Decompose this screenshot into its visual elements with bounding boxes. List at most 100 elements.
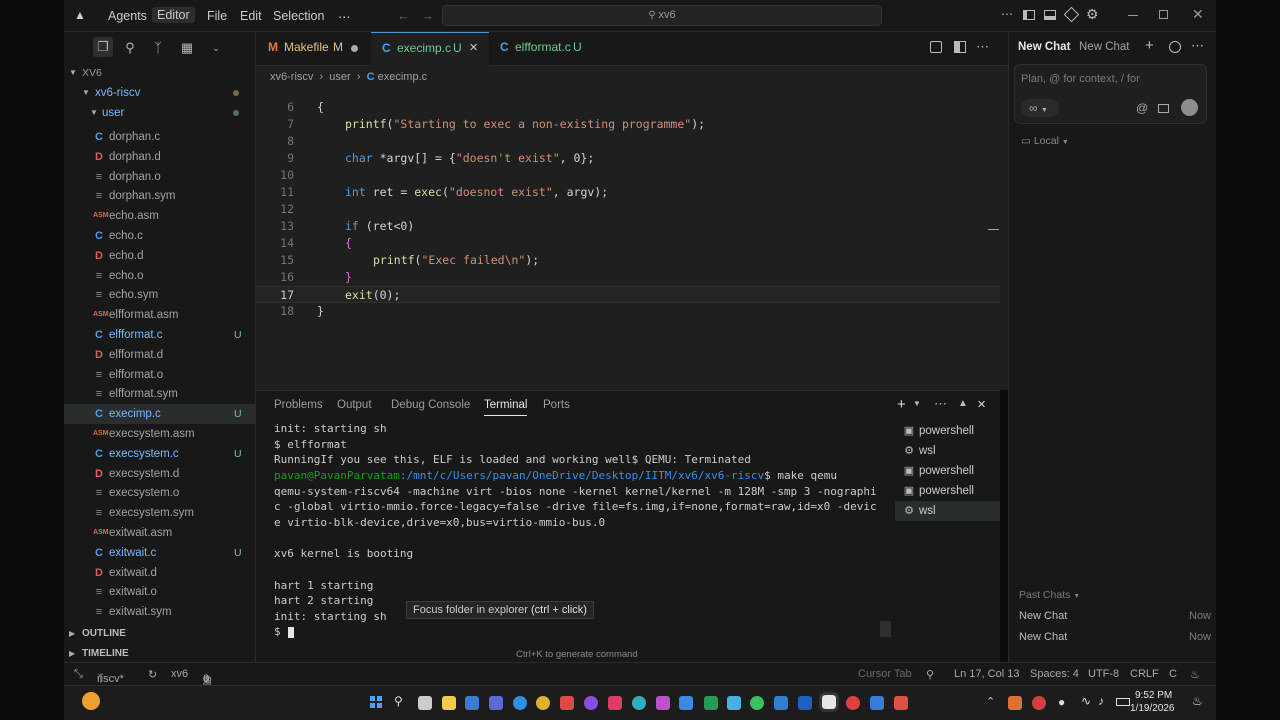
new-terminal-plus-icon[interactable]: + <box>897 396 906 413</box>
app-icon[interactable] <box>798 696 812 710</box>
file-item[interactable]: Ddorphan.d <box>64 147 255 167</box>
notifications-bell-icon[interactable]: ♨ <box>1190 668 1200 681</box>
file-item[interactable]: ≡ execsystem.o <box>64 483 255 503</box>
clock-date[interactable]: 1/19/2026 <box>1130 703 1175 714</box>
file-item[interactable]: ASM echo.asm <box>64 206 255 226</box>
file-item[interactable]: Cecho.c <box>64 226 255 246</box>
file-item[interactable]: ≡ echo.sym <box>64 285 255 305</box>
past-chat-title[interactable]: New Chat <box>1019 631 1067 643</box>
extensions-view-icon[interactable]: ▦ <box>179 40 195 56</box>
app-icon[interactable] <box>894 696 908 710</box>
vscode-icon[interactable] <box>774 696 788 710</box>
tree-folder-user[interactable]: ▼ user <box>64 103 255 123</box>
maximize-icon[interactable] <box>1159 10 1168 19</box>
remote-icon[interactable]: ⤡ <box>74 668 83 681</box>
menu-more[interactable]: ⋯ <box>338 9 351 24</box>
cursor-tab-status[interactable]: Cursor Tab <box>858 668 912 680</box>
weather-widget-icon[interactable] <box>82 692 100 710</box>
excel-icon[interactable] <box>704 696 718 710</box>
file-item[interactable]: ≡ echo.o <box>64 266 255 286</box>
app-icon[interactable] <box>608 696 622 710</box>
file-item[interactable]: ≡ dorphan.sym <box>64 186 255 206</box>
line-ending[interactable]: CRLF <box>1130 668 1159 680</box>
chat-tab[interactable]: New Chat <box>1079 41 1130 53</box>
customize-layout-icon[interactable]: ⋯ <box>1001 7 1013 21</box>
start-windows-icon[interactable] <box>370 696 382 708</box>
local-mode-selector[interactable]: ▭ Local ▼ <box>1021 135 1069 147</box>
breadcrumb-file[interactable]: execimp.c <box>378 71 428 83</box>
file-item[interactable]: ≡ dorphan.o <box>64 167 255 187</box>
split-editor-icon[interactable] <box>954 41 966 53</box>
tree-root[interactable]: ▼ XV6 <box>64 63 255 83</box>
file-item[interactable]: Celfformat.c U <box>64 325 255 345</box>
image-icon[interactable] <box>1158 104 1169 113</box>
store-icon[interactable] <box>465 696 479 710</box>
shield-icon[interactable] <box>560 696 574 710</box>
battery-icon[interactable] <box>1116 698 1130 706</box>
wifi-icon[interactable]: ∿ <box>1081 694 1091 708</box>
source-control-icon[interactable]: ᛉ <box>150 40 166 56</box>
history-icon[interactable] <box>1169 41 1181 53</box>
tab-elfformat[interactable]: C elfformat.c U <box>489 32 599 66</box>
task-view-icon[interactable] <box>418 696 432 710</box>
firefox-icon[interactable] <box>584 696 598 710</box>
terminal-scrollbar[interactable] <box>880 621 891 637</box>
file-item[interactable]: Dexecsystem.d <box>64 464 255 484</box>
close-panel-icon[interactable]: ✕ <box>977 398 986 411</box>
terminal-instance-wsl[interactable]: ⚙ wsl <box>895 441 1000 461</box>
chat-tab-active[interactable]: New Chat <box>1018 41 1070 53</box>
toggle-panel-icon[interactable] <box>1044 10 1056 20</box>
mention-icon[interactable]: @ <box>1136 101 1148 115</box>
terminal-instance-wsl[interactable]: ⚙ wsl <box>895 501 1000 521</box>
open-changes-icon[interactable] <box>930 41 942 53</box>
tab-execimp[interactable]: C execimp.c U ✕ <box>371 32 489 66</box>
chevron-down-icon[interactable]: ▼ <box>913 399 921 408</box>
past-chat-title[interactable]: New Chat <box>1019 610 1067 622</box>
indentation[interactable]: Spaces: 4 <box>1030 668 1079 680</box>
file-item[interactable]: ASM elfformat.asm <box>64 305 255 325</box>
microphone-icon[interactable] <box>1181 99 1198 116</box>
app-icon[interactable] <box>846 696 860 710</box>
file-item[interactable]: Dexitwait.d <box>64 563 255 583</box>
breadcrumb-subfolder[interactable]: user <box>329 71 350 83</box>
app-icon[interactable] <box>679 696 693 710</box>
help-icon[interactable] <box>513 696 527 710</box>
chrome-icon[interactable] <box>536 696 550 710</box>
file-item[interactable]: ASM exitwait.asm <box>64 523 255 543</box>
sync-icon[interactable]: ↻ <box>148 668 157 681</box>
chat-input-box[interactable]: Plan, @ for context, / for ∞ ▼ @ <box>1014 64 1207 124</box>
agent-mode-pill[interactable]: ∞ ▼ <box>1021 99 1059 117</box>
language-mode[interactable]: C <box>1169 668 1177 680</box>
app-icon[interactable] <box>656 696 670 710</box>
timeline-section[interactable]: ▶ TIMELINE <box>64 644 255 662</box>
past-chats-header[interactable]: Past Chats ▼ <box>1019 589 1080 601</box>
panel-more-icon[interactable]: ⋯ <box>934 396 947 412</box>
file-item[interactable]: ≡ exitwait.sym <box>64 602 255 622</box>
volume-icon[interactable]: ♪ <box>1098 694 1104 708</box>
tab-terminal[interactable]: Terminal <box>484 399 528 416</box>
settings-gear-icon[interactable]: ⚙ <box>1086 6 1099 23</box>
file-item[interactable]: ASM execsystem.asm <box>64 424 255 444</box>
new-chat-plus-icon[interactable]: + <box>1145 37 1154 54</box>
file-item[interactable]: Delfformat.d <box>64 345 255 365</box>
menu-edit[interactable]: Edit <box>240 9 262 23</box>
more-actions-icon[interactable]: ⋯ <box>976 39 989 55</box>
cursor-position[interactable]: Ln 17, Col 13 <box>954 668 1019 680</box>
edge-icon[interactable] <box>632 696 646 710</box>
menu-file[interactable]: File <box>207 9 227 23</box>
microphone-tray-icon[interactable]: ● <box>1058 695 1065 709</box>
tab-makefile[interactable]: M Makefile M <box>256 32 371 66</box>
tree-folder-xv6-riscv[interactable]: ▼ xv6-riscv <box>64 83 255 103</box>
app-icon[interactable] <box>489 696 503 710</box>
tray-app-icon[interactable] <box>1032 696 1046 710</box>
file-item[interactable]: Decho.d <box>64 246 255 266</box>
repo-name[interactable]: xv6 <box>171 668 188 680</box>
tab-debug-console[interactable]: Debug Console <box>391 399 470 411</box>
clock-time[interactable]: 9:52 PM <box>1135 690 1172 701</box>
close-window-icon[interactable]: ✕ <box>1192 6 1204 23</box>
menu-selection[interactable]: Selection <box>273 9 324 23</box>
forward-arrow-icon[interactable]: → <box>421 8 434 23</box>
breadcrumb-folder[interactable]: xv6-riscv <box>270 71 313 83</box>
outline-section[interactable]: ▶ OUTLINE <box>64 624 255 644</box>
notification-bell-icon[interactable]: ♨ <box>1192 694 1203 708</box>
